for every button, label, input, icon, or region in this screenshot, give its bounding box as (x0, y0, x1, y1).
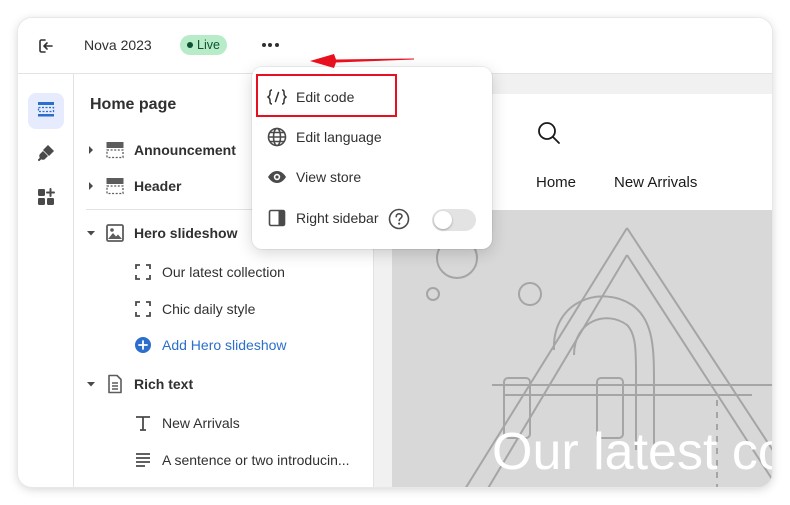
menu-item-label: View store (296, 169, 362, 185)
add-circle-icon (132, 334, 154, 356)
block-our-latest-collection[interactable]: Our latest collection (74, 257, 374, 287)
store-nav-home[interactable]: Home (536, 174, 576, 191)
section-label: Hero slideshow (134, 225, 238, 241)
rail-app-embeds-button[interactable] (28, 181, 64, 217)
block-paragraph[interactable]: A sentence or two introducin... (74, 445, 374, 475)
add-hero-slideshow-button[interactable]: Add Hero slideshow (74, 330, 374, 360)
sections-layout-icon (36, 99, 56, 124)
right-sidebar-toggle[interactable] (432, 209, 476, 231)
block-label: New Arrivals (162, 415, 240, 431)
block-label: Chic daily style (162, 301, 256, 317)
block-label: A sentence or two introducin... (162, 452, 350, 468)
exit-icon[interactable] (36, 36, 56, 56)
ellipsis-dot (274, 43, 279, 47)
rail-sections-button[interactable] (28, 93, 64, 129)
search-icon[interactable] (536, 120, 562, 146)
hero-heading: Our latest co (492, 423, 772, 481)
apps-add-icon (36, 187, 56, 212)
live-status-badge: Live (180, 35, 227, 55)
caret-down-icon[interactable] (86, 228, 96, 238)
toggle-knob (434, 211, 452, 229)
eye-icon (266, 166, 288, 188)
page-title: Home page (90, 96, 177, 113)
image-icon (104, 222, 126, 244)
slide-frame-icon (132, 261, 154, 283)
more-actions-button[interactable] (258, 34, 282, 56)
store-nav-new-arrivals[interactable]: New Arrivals (614, 174, 697, 191)
section-layout-top-icon (104, 139, 126, 161)
editor-icon-rail (18, 74, 74, 487)
block-label: Our latest collection (162, 264, 285, 280)
paragraph-lines-icon (132, 449, 154, 471)
section-label: Header (134, 178, 182, 194)
hero-slide: Our latest co (392, 210, 772, 487)
theme-editor-window: Nova 2023 Live Home page Announcement He… (18, 18, 772, 487)
caret-right-icon[interactable] (86, 181, 96, 191)
status-badge-label: Live (197, 38, 220, 52)
ellipsis-icon (261, 43, 266, 47)
theme-name: Nova 2023 (84, 37, 152, 53)
block-chic-daily-style[interactable]: Chic daily style (74, 294, 374, 324)
section-layout-top-icon (104, 175, 126, 197)
section-label: Rich text (134, 376, 194, 392)
section-rich-text[interactable]: Rich text (74, 369, 374, 399)
edit-code-highlight-box (256, 74, 397, 117)
slide-frame-icon (132, 298, 154, 320)
section-label: Announcement (134, 142, 236, 158)
add-block-label: Add Hero slideshow (162, 337, 287, 353)
ellipsis-dot (268, 43, 272, 47)
text-T-icon (132, 412, 154, 434)
rail-theme-settings-button[interactable] (28, 137, 64, 173)
block-new-arrivals[interactable]: New Arrivals (74, 408, 374, 438)
caret-down-icon[interactable] (86, 379, 96, 389)
caret-right-icon[interactable] (86, 145, 96, 155)
help-question-icon[interactable] (388, 208, 410, 230)
menu-item-label: Right sidebar (296, 210, 379, 226)
document-icon (104, 373, 126, 395)
menu-item-edit-language[interactable]: Edit language (252, 120, 492, 154)
sidebar-right-icon (266, 207, 288, 229)
status-dot-icon (187, 42, 193, 48)
menu-item-view-store[interactable]: View store (252, 160, 492, 194)
paintbrush-icon (36, 143, 56, 168)
annotation-arrow-icon (310, 54, 414, 68)
globe-icon (266, 126, 288, 148)
menu-item-label: Edit language (296, 129, 382, 145)
